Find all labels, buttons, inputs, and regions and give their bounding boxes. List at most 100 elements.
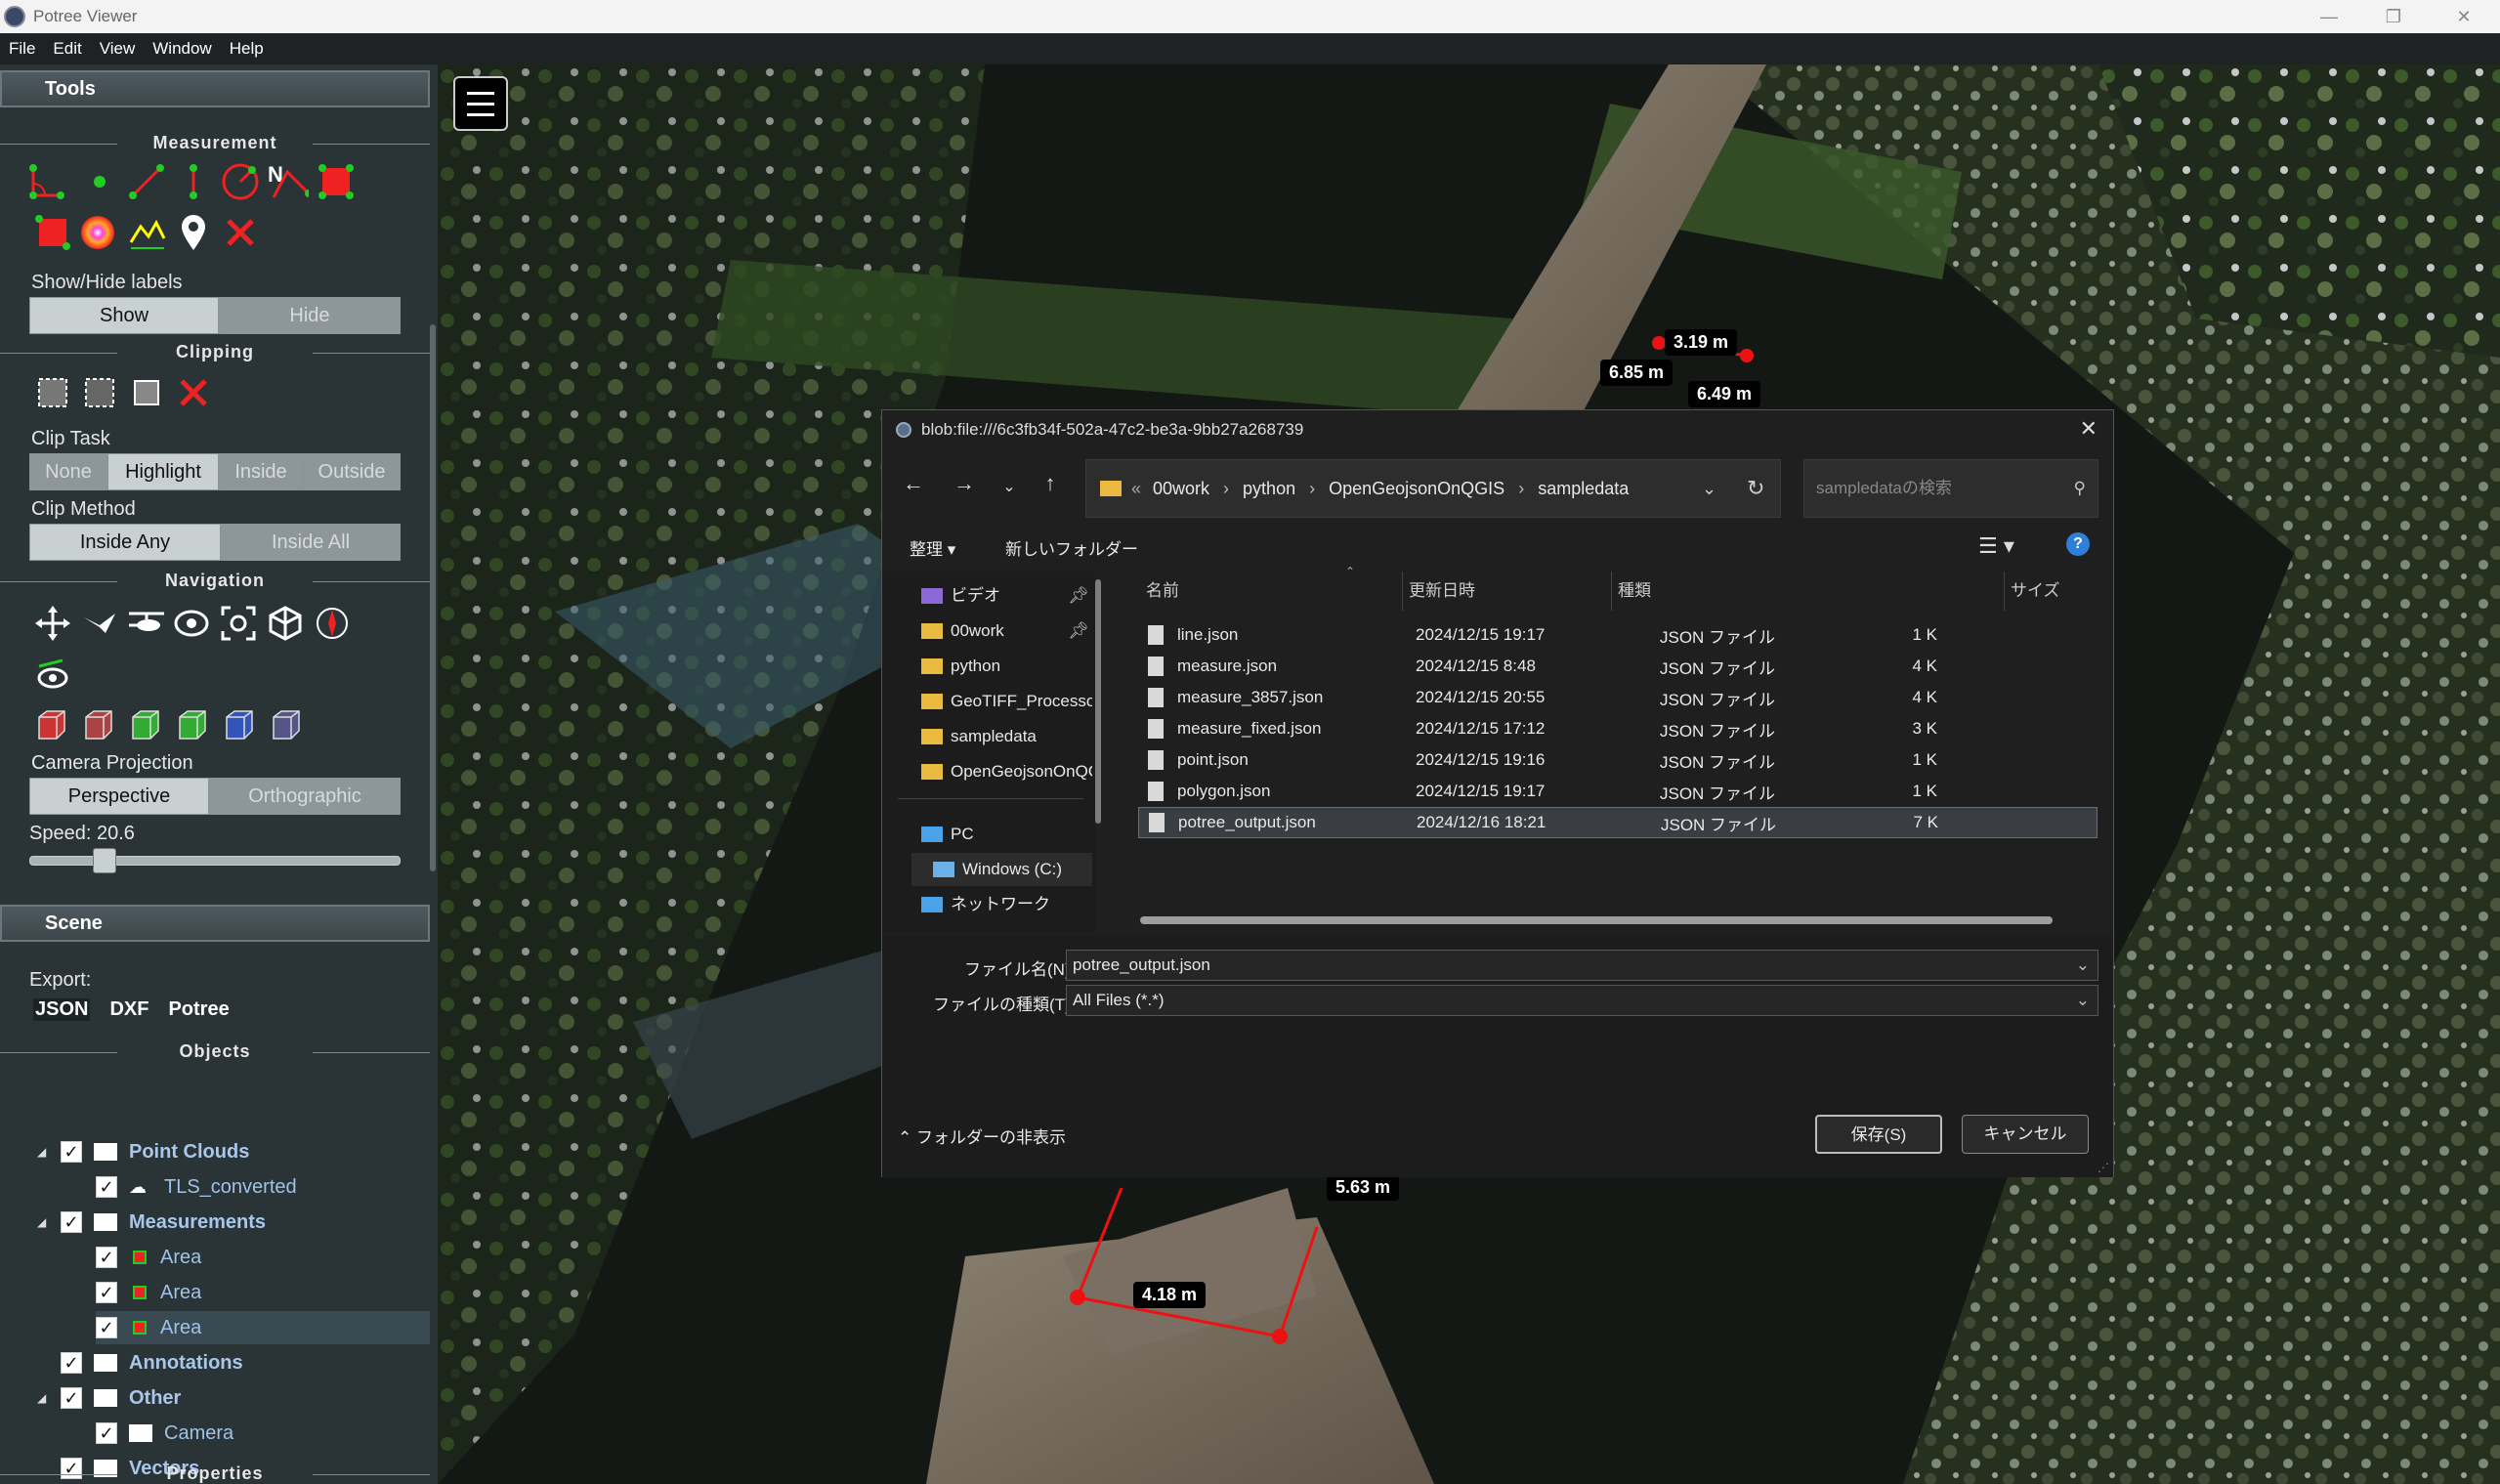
breadcrumb-sampledata[interactable]: sampledata: [1538, 479, 1629, 499]
save-button[interactable]: 保存(S): [1815, 1115, 1942, 1154]
remove-clipping-icon[interactable]: [172, 371, 215, 414]
front-view-icon[interactable]: [123, 703, 166, 746]
visibility-checkbox[interactable]: ✓: [61, 1352, 82, 1374]
visibility-checkbox[interactable]: ✓: [96, 1422, 117, 1444]
height-tool-icon[interactable]: [172, 160, 215, 203]
visibility-checkbox[interactable]: ✓: [61, 1387, 82, 1409]
top-view-icon[interactable]: [217, 703, 260, 746]
clip-inside-all-button[interactable]: Inside All: [221, 524, 401, 561]
tree-item[interactable]: ✓ Area: [0, 1276, 430, 1309]
orthographic-button[interactable]: Orthographic: [209, 778, 401, 815]
address-dropdown-icon[interactable]: ⌄: [1702, 479, 1716, 499]
breadcrumb-opengeojsononqgis[interactable]: OpenGeojsonOnQGIS: [1329, 479, 1504, 499]
cancel-button[interactable]: キャンセル: [1962, 1115, 2089, 1154]
clip-highlight-button[interactable]: Highlight: [107, 453, 219, 490]
angle-tool-icon[interactable]: [25, 160, 68, 203]
file-row[interactable]: polygon.json 2024/12/15 19:17 JSON ファイル 1 K: [1138, 776, 2097, 807]
menu-edit[interactable]: Edit: [44, 39, 90, 59]
up-arrow-icon[interactable]: ↑: [1031, 471, 1070, 496]
tree-item[interactable]: ✓ ☁ TLS_converted: [0, 1170, 430, 1204]
help-icon[interactable]: ?: [2066, 532, 2090, 556]
circle-tool-icon[interactable]: [219, 160, 262, 203]
resize-grip-icon[interactable]: ⋰: [2097, 1161, 2109, 1174]
filename-input[interactable]: potree_output.json ⌄: [1066, 950, 2098, 981]
hide-folders-toggle[interactable]: ⌃ フォルダーの非表示: [898, 1124, 1066, 1148]
distance-tool-icon[interactable]: [125, 160, 168, 203]
clip-volume-icon[interactable]: [31, 371, 74, 414]
back-view-icon[interactable]: [170, 703, 213, 746]
visibility-checkbox[interactable]: ✓: [61, 1141, 82, 1163]
expand-triangle-icon[interactable]: ◢: [37, 1145, 51, 1159]
visibility-checkbox[interactable]: ✓: [96, 1247, 117, 1268]
file-row[interactable]: measure_3857.json 2024/12/15 20:55 JSON ファ…: [1138, 682, 2097, 713]
visibility-checkbox[interactable]: ✓: [61, 1211, 82, 1233]
address-bar[interactable]: « 00work › python › OpenGeojsonOnQGIS › …: [1085, 459, 1781, 518]
file-row[interactable]: measure_fixed.json 2024/12/15 17:12 JSON フ…: [1138, 713, 2097, 744]
tree-item[interactable]: ◢ ✓ Point Clouds: [0, 1135, 430, 1168]
file-row[interactable]: line.json 2024/12/15 19:17 JSON ファイル 1 K: [1138, 619, 2097, 651]
nav-pane-scrollbar[interactable]: [1095, 579, 1101, 824]
clip-polygon-icon[interactable]: [78, 371, 121, 414]
tree-item[interactable]: ◢ ✓ Other: [0, 1381, 430, 1415]
tree-item[interactable]: ✓ Annotations: [0, 1346, 430, 1379]
annotation-pin-icon[interactable]: [172, 211, 215, 254]
menu-view[interactable]: View: [91, 39, 145, 59]
visibility-checkbox[interactable]: ✓: [96, 1282, 117, 1303]
show-labels-button[interactable]: Show: [29, 297, 219, 334]
column-header-size[interactable]: サイズ: [2004, 572, 2060, 611]
perspective-button[interactable]: Perspective: [29, 778, 209, 815]
column-header-date[interactable]: 更新日時: [1402, 572, 1475, 611]
file-row[interactable]: point.json 2024/12/15 19:16 JSON ファイル 1 K: [1138, 744, 2097, 776]
tree-item[interactable]: ✓ Area: [0, 1241, 430, 1274]
hamburger-menu-button[interactable]: [453, 76, 508, 131]
menu-window[interactable]: Window: [144, 39, 220, 59]
file-row[interactable]: measure.json 2024/12/15 8:48 JSON ファイル 4 K: [1138, 651, 2097, 682]
clip-none-button[interactable]: None: [29, 453, 107, 490]
column-header-name[interactable]: 名前: [1146, 572, 1179, 611]
dialog-close-button[interactable]: ✕: [2080, 416, 2097, 442]
clip-outside-button[interactable]: Outside: [303, 453, 401, 490]
nav-item-geotiff[interactable]: GeoTIFF_Processor: [921, 685, 1092, 718]
sphere-volume-icon[interactable]: [76, 211, 119, 254]
focus-icon[interactable]: [217, 602, 260, 645]
speed-slider[interactable]: [29, 848, 401, 873]
expand-triangle-icon[interactable]: ◢: [37, 1215, 51, 1229]
helicopter-controls-icon[interactable]: [125, 602, 168, 645]
nav-item-pc[interactable]: PC: [921, 818, 1092, 851]
nav-item-windows-c[interactable]: Windows (C:): [911, 853, 1092, 886]
speed-slider-thumb[interactable]: [93, 848, 116, 873]
remove-measurements-icon[interactable]: [219, 211, 262, 254]
organize-menu[interactable]: 整理 ▾: [910, 535, 955, 560]
sidebar-scrollbar[interactable]: [430, 324, 436, 871]
view-options-icon[interactable]: ☰ ▾: [1978, 533, 2014, 559]
nav-item-network[interactable]: ネットワーク: [921, 888, 1092, 921]
navigation-cube-icon[interactable]: [264, 602, 307, 645]
breadcrumb-python[interactable]: python: [1243, 479, 1295, 499]
nav-item-sampledata[interactable]: sampledata: [921, 720, 1092, 753]
visibility-checkbox[interactable]: ✓: [96, 1317, 117, 1338]
compass-icon[interactable]: [311, 602, 354, 645]
new-folder-button[interactable]: 新しいフォルダー: [1005, 535, 1138, 560]
filetype-select[interactable]: All Files (*.*) ⌄: [1066, 985, 2098, 1016]
expand-triangle-icon[interactable]: ◢: [37, 1391, 51, 1405]
tree-item[interactable]: ✓ Area: [96, 1311, 430, 1344]
minimize-button[interactable]: —: [2304, 0, 2354, 33]
tree-item[interactable]: ◢ ✓ Measurements: [0, 1206, 430, 1239]
hide-labels-button[interactable]: Hide: [219, 297, 401, 334]
point-tool-icon[interactable]: [78, 160, 121, 203]
area-tool-icon[interactable]: [315, 160, 358, 203]
clip-inside-any-button[interactable]: Inside Any: [29, 524, 221, 561]
export-json-button[interactable]: JSON: [33, 998, 91, 1021]
column-header-type[interactable]: 種類: [1611, 572, 1651, 611]
right-view-icon[interactable]: [76, 703, 119, 746]
fly-controls-icon[interactable]: [78, 602, 121, 645]
volume-tool-icon[interactable]: [31, 211, 74, 254]
scene-header[interactable]: Scene: [0, 905, 430, 942]
forward-arrow-icon[interactable]: →: [945, 471, 984, 496]
azimuth-tool-icon[interactable]: N: [266, 160, 309, 203]
nav-item-python[interactable]: python: [921, 650, 1092, 683]
refresh-icon[interactable]: ↻: [1747, 476, 1764, 501]
recent-locations-chevron-icon[interactable]: ⌄: [990, 477, 1029, 496]
nav-item-00work[interactable]: 00work 📌︎: [921, 615, 1092, 648]
orbit-controls-icon[interactable]: [170, 602, 213, 645]
